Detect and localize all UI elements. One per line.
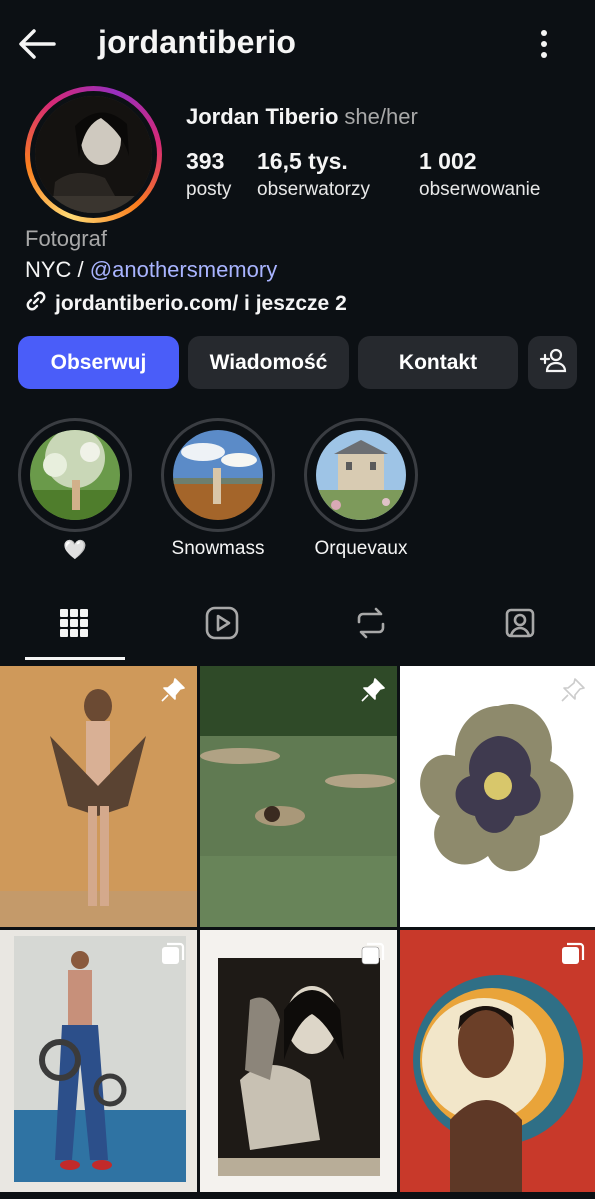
post-tile[interactable] xyxy=(0,666,197,927)
add-person-icon xyxy=(539,347,567,379)
pin-icon xyxy=(159,676,187,704)
tagged-icon xyxy=(503,606,537,645)
bio-line: NYC / @anothersmemory xyxy=(25,257,277,283)
display-name-text: Jordan Tiberio xyxy=(186,104,339,129)
post-tile[interactable] xyxy=(200,930,397,1192)
active-tab-indicator xyxy=(25,657,125,660)
avatar xyxy=(35,96,152,213)
stat-label: obserwowanie xyxy=(419,179,541,200)
highlight-label: Orquevaux xyxy=(314,538,408,559)
stat-followers[interactable]: 16,5 tys. obserwatorzy xyxy=(257,148,370,201)
profile-username: jordantiberio xyxy=(98,24,297,60)
pronouns: she/her xyxy=(344,104,418,129)
post-tile[interactable] xyxy=(400,930,595,1192)
tab-posts[interactable] xyxy=(44,600,104,650)
carousel-icon xyxy=(159,940,187,968)
stat-value: 1 002 xyxy=(419,148,477,174)
avatar-story-ring[interactable] xyxy=(25,86,162,223)
grid-icon xyxy=(59,608,89,643)
post-tile[interactable] xyxy=(0,930,197,1192)
highlight-label: Snowmass xyxy=(171,538,265,559)
suggest-users-button[interactable] xyxy=(528,336,577,389)
link-text: jordantiberio.com/ i jeszcze 2 xyxy=(55,292,347,315)
stat-following[interactable]: 1 002 obserwowanie xyxy=(419,148,540,201)
tab-tagged[interactable] xyxy=(490,600,550,650)
link-icon xyxy=(25,290,47,318)
tab-reels[interactable] xyxy=(192,600,252,650)
highlight-circle[interactable] xyxy=(161,418,275,532)
highlight-circle[interactable] xyxy=(18,418,132,532)
stat-label: obserwatorzy xyxy=(257,179,370,200)
stat-posts[interactable]: 393 posty xyxy=(186,148,231,201)
tab-reposts[interactable] xyxy=(341,600,401,650)
highlight-circle[interactable] xyxy=(304,418,418,532)
message-button[interactable]: Wiadomość xyxy=(188,336,349,389)
stat-value: 16,5 tys. xyxy=(257,148,348,174)
post-tile[interactable] xyxy=(200,666,397,927)
profile-category: Fotograf xyxy=(25,226,107,251)
pin-icon xyxy=(359,676,387,704)
top-bar: jordantiberio xyxy=(0,0,595,88)
bio-text: NYC / xyxy=(25,257,90,282)
reposts-icon xyxy=(355,606,387,645)
highlight-label: 🤍 xyxy=(63,540,87,561)
more-vertical-icon[interactable] xyxy=(528,26,560,62)
carousel-icon xyxy=(559,940,587,968)
threads-mention-link[interactable]: @anothersmemory xyxy=(90,257,277,282)
stat-label: posty xyxy=(186,179,232,200)
stat-value: 393 xyxy=(186,148,225,174)
post-tile[interactable] xyxy=(400,666,595,927)
contact-button[interactable]: Kontakt xyxy=(358,336,518,389)
carousel-icon xyxy=(359,940,387,968)
pin-icon xyxy=(559,676,587,704)
reels-icon xyxy=(205,606,239,645)
arrow-left-icon[interactable] xyxy=(16,26,58,62)
display-name: Jordan Tiberio she/her xyxy=(186,104,418,130)
external-link[interactable]: jordantiberio.com/ i jeszcze 2 xyxy=(25,290,347,318)
follow-button[interactable]: Obserwuj xyxy=(18,336,179,389)
